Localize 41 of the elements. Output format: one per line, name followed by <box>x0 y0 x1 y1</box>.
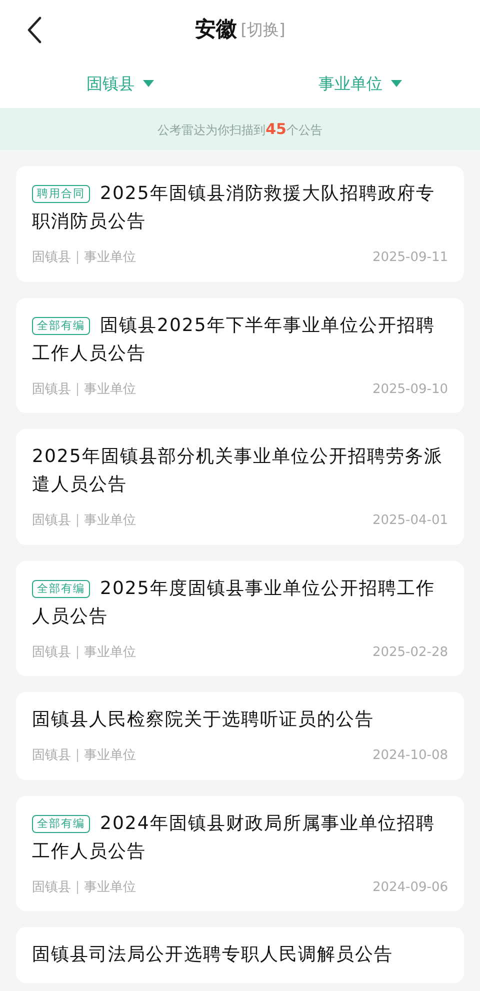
announcement-date: 2025-02-28 <box>372 644 448 662</box>
announcement-category: 事业单位 <box>84 249 136 267</box>
tag-label: 聘用合同 <box>32 185 90 203</box>
announcement-title: 全部有编 固镇县2025年下半年事业单位公开招聘工作人员公告 <box>32 314 436 366</box>
announcement-card[interactable]: 全部有编 2025年度固镇县事业单位公开招聘工作人员公告 固镇县 事业单位 2025-02-28 <box>16 560 464 676</box>
announcement-category: 事业单位 <box>84 512 136 530</box>
announcement-date: 2024-10-08 <box>372 747 448 765</box>
announcement-card[interactable]: 固镇县人民检察院关于选聘听证员的公告 固镇县 事业单位 2024-10-08 <box>16 692 464 780</box>
announcement-date: 2025-09-10 <box>372 380 448 398</box>
announcement-region: 固镇县 <box>32 747 71 765</box>
announcement-title: 2025年固镇县部分机关事业单位公开招聘劳务派遣人员公告 <box>32 445 444 497</box>
announcement-region: 固镇县 <box>32 878 71 896</box>
tag-label: 全部有编 <box>32 814 90 832</box>
announcement-card[interactable]: 2025年固镇县部分机关事业单位公开招聘劳务派遣人员公告 固镇县 事业单位 2025-04-01 <box>16 429 464 544</box>
announcement-card[interactable]: 固镇县司法局公开选聘专职人民调解员公告 <box>16 927 464 983</box>
announcement-title: 固镇县司法局公开选聘专职人民调解员公告 <box>32 943 394 967</box>
result-count-text: 公考雷达为你扫描到45个公告 <box>158 118 322 140</box>
announcement-title: 全部有编 2024年固镇县财政局所属事业单位招聘工作人员公告 <box>32 812 436 864</box>
announcement-category: 事业单位 <box>84 747 136 765</box>
announcement-region: 固镇县 <box>32 512 71 530</box>
announcement-region: 固镇县 <box>32 380 71 398</box>
caret-icon <box>390 80 402 88</box>
announcement-title: 聘用合同 2025年固镇县消防救援大队招聘政府专职消防员公告 <box>32 182 436 234</box>
announcement-date: 2025-04-01 <box>372 512 448 530</box>
back-icon <box>26 16 42 44</box>
announcement-card[interactable]: 全部有编 2024年固镇县财政局所属事业单位招聘工作人员公告 固镇县 事业单位 2024-09-06 <box>16 796 464 911</box>
tag-label: 全部有编 <box>32 316 90 334</box>
announcement-title: 固镇县人民检察院关于选聘听证员的公告 <box>32 708 375 732</box>
tag-label: 全部有编 <box>32 580 90 598</box>
announcement-region: 固镇县 <box>32 249 71 267</box>
announcement-region: 固镇县 <box>32 644 71 662</box>
page-title: 安徽 <box>194 16 237 44</box>
announcement-card[interactable]: 全部有编 固镇县2025年下半年事业单位公开招聘工作人员公告 固镇县 事业单位 2025-09-10 <box>16 298 464 413</box>
announcement-date: 2025-09-11 <box>372 249 448 267</box>
announcement-card[interactable]: 聘用合同 2025年固镇县消防救援大队招聘政府专职消防员公告 固镇县 事业单位 2025-09-11 <box>16 166 464 282</box>
announcement-category: 事业单位 <box>84 878 136 896</box>
announcement-category: 事业单位 <box>84 380 136 398</box>
caret-icon <box>142 80 154 88</box>
announcement-title: 全部有编 2025年度固镇县事业单位公开招聘工作人员公告 <box>32 576 436 628</box>
announcement-category: 事业单位 <box>84 644 136 662</box>
announcement-date: 2024-09-06 <box>372 878 448 896</box>
